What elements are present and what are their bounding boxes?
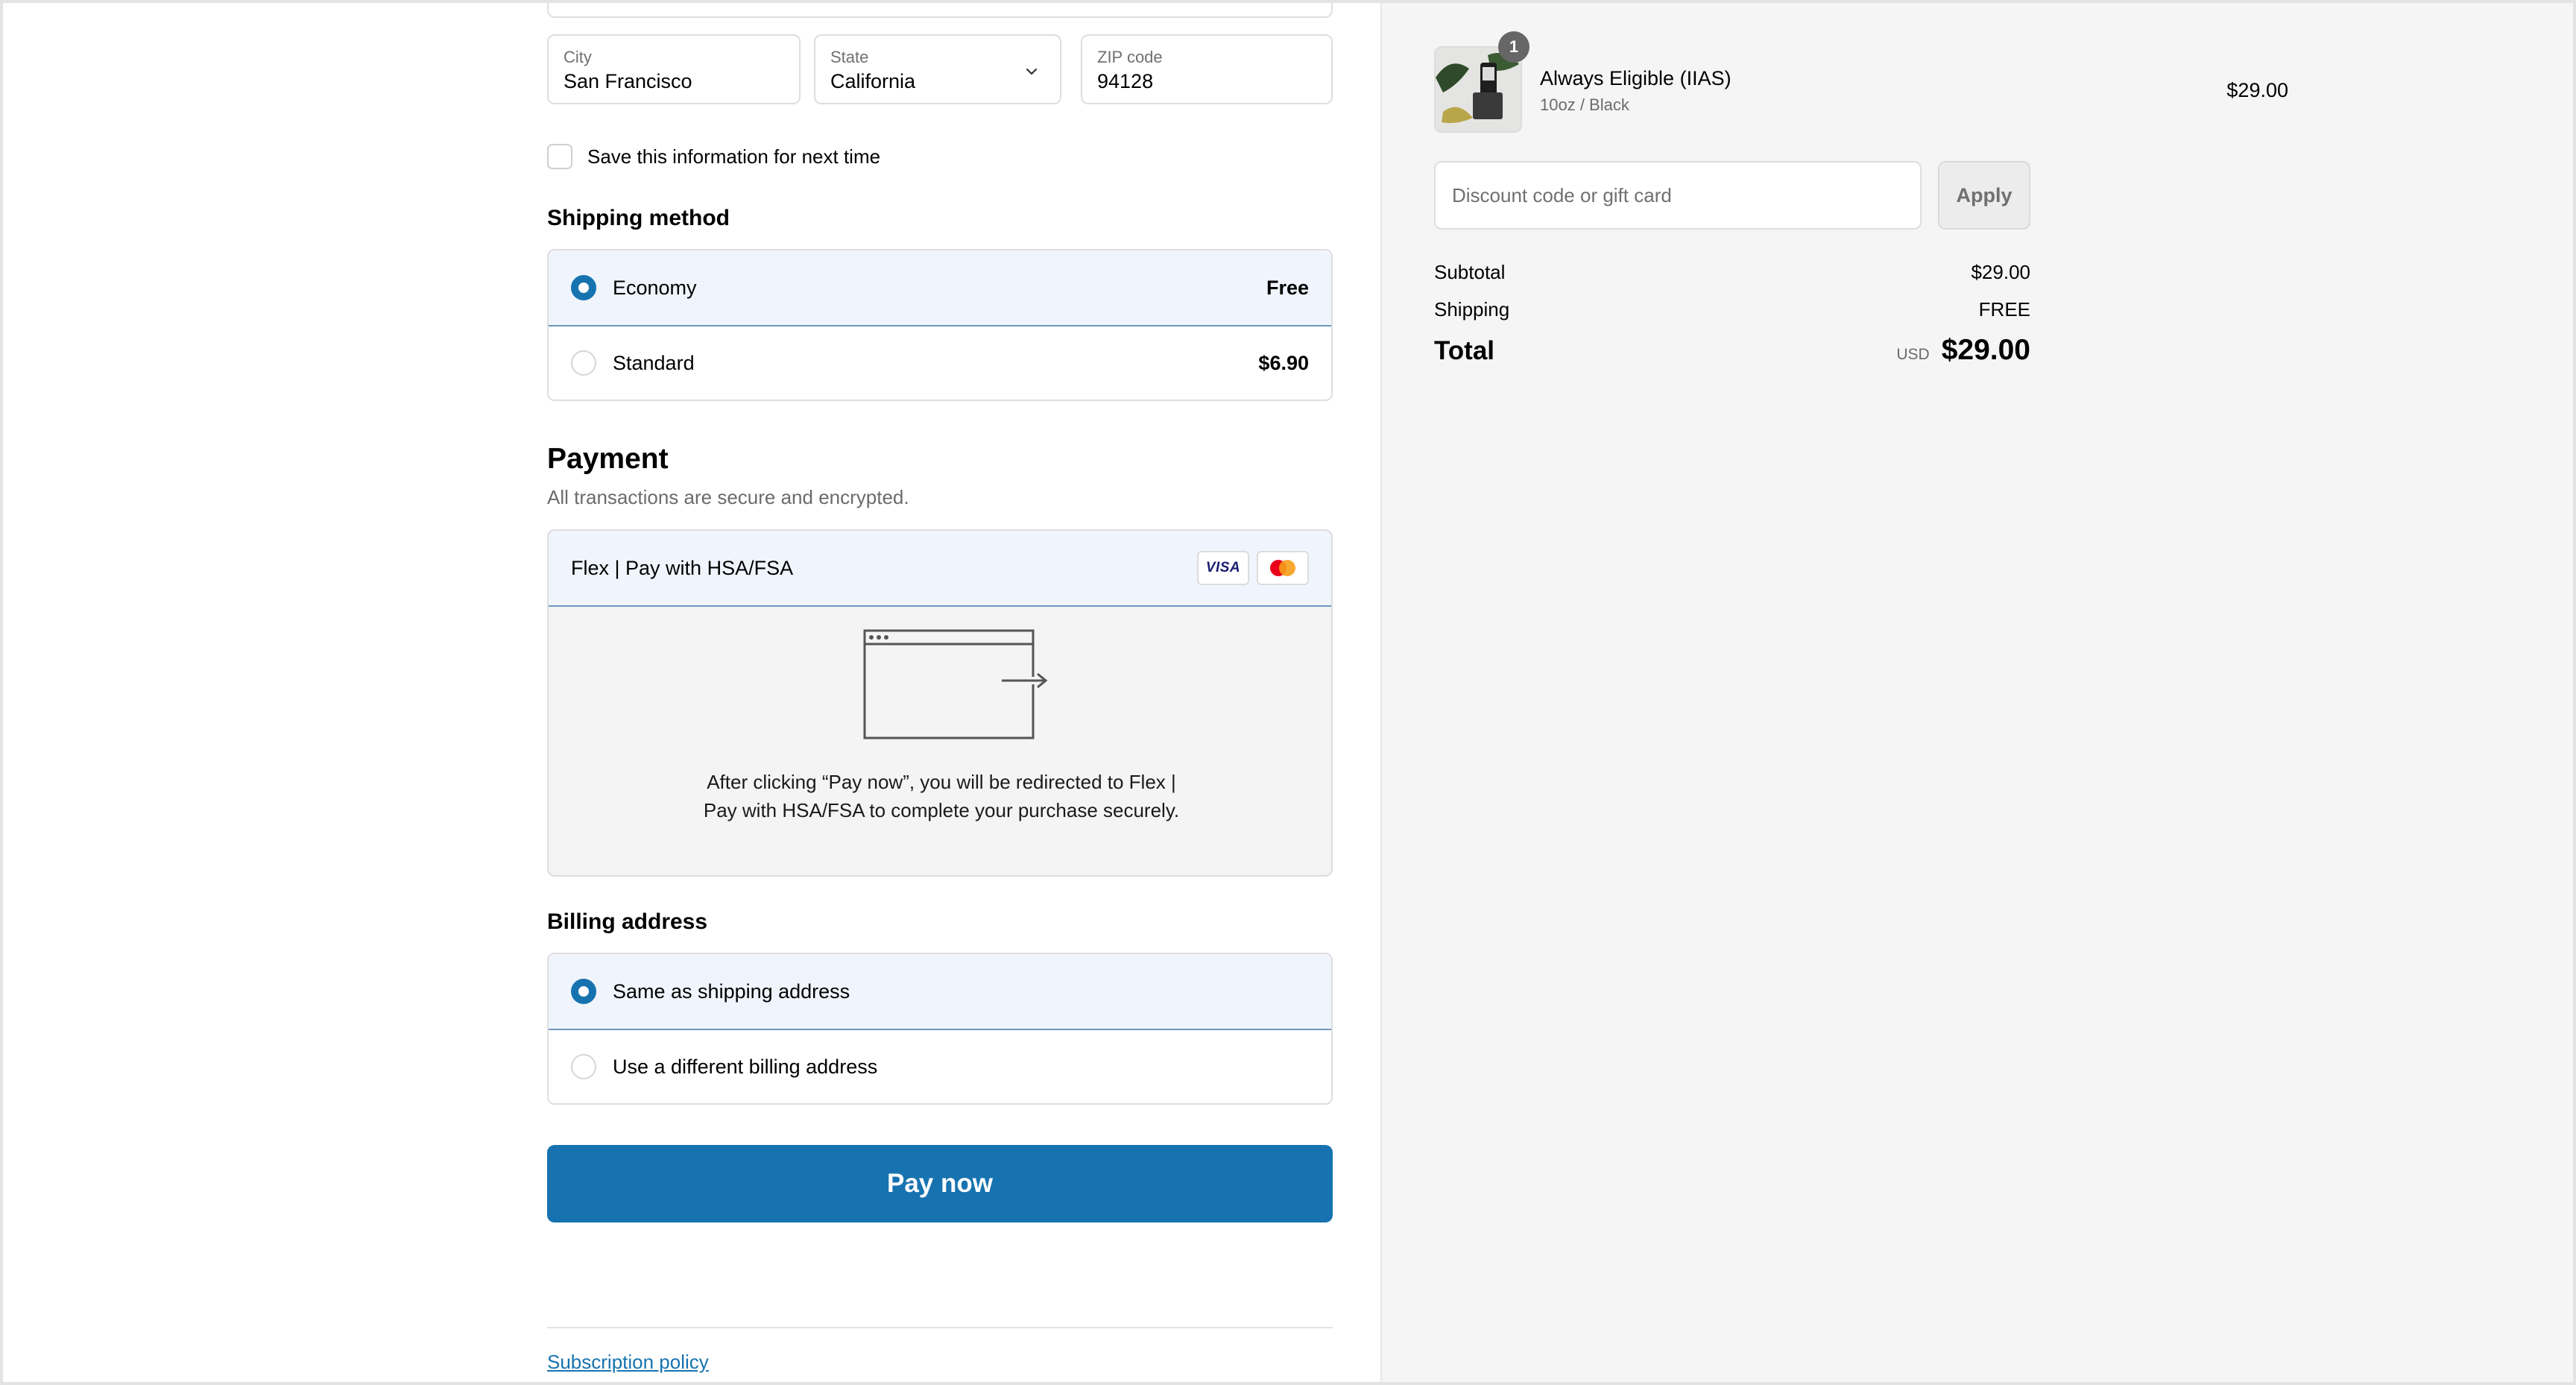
different-address-radio[interactable] [571, 1054, 596, 1079]
standard-label: Standard [613, 351, 695, 374]
total-label: Total [1434, 336, 1495, 365]
redirect-message: After clicking “Pay now”, you will be re… [703, 771, 1180, 821]
visa-icon: VISA [1197, 551, 1249, 585]
subtotal-row: Subtotal $29.00 [1434, 261, 2030, 284]
economy-price: Free [1266, 276, 1309, 299]
payment-title: Payment [547, 443, 669, 475]
subtotal-label: Subtotal [1434, 261, 1506, 283]
shipping-method-title: Shipping method [547, 206, 730, 230]
footer-divider [547, 1327, 1333, 1328]
billing-option-different[interactable]: Use a different billing address [549, 1030, 1331, 1103]
zip-value: 94128 [1097, 70, 1154, 92]
state-value: California [830, 70, 916, 92]
subtotal-value: $29.00 [1971, 261, 2030, 283]
visa-logo-text: VISA [1205, 560, 1241, 575]
city-field[interactable]: City San Francisco [547, 34, 801, 104]
same-address-label: Same as shipping address [613, 979, 850, 1003]
billing-options: Same as shipping address Use a different… [547, 953, 1333, 1105]
product-price: $29.00 [2226, 79, 2288, 101]
address-field-edge [547, 3, 1333, 18]
save-info-row[interactable]: Save this information for next time [547, 142, 880, 171]
billing-option-same[interactable]: Same as shipping address [549, 954, 1331, 1030]
city-label: City [564, 48, 592, 66]
shipping-option-economy[interactable]: Economy Free [549, 250, 1331, 326]
payment-method-label: Flex | Pay with HSA/FSA [571, 556, 794, 579]
payment-subtitle: All transactions are secure and encrypte… [547, 486, 909, 508]
save-info-label: Save this information for next time [587, 145, 881, 168]
standard-radio[interactable] [571, 350, 596, 376]
apply-discount-button[interactable]: Apply [1938, 161, 2030, 230]
chevron-down-icon [1026, 68, 1038, 75]
currency-code: USD [1896, 346, 1930, 363]
order-summary: 1 Always Eligible (IIAS) 10oz / Black $2… [1380, 3, 2573, 1382]
zip-label: ZIP code [1097, 48, 1163, 66]
city-value: San Francisco [564, 70, 692, 92]
state-select[interactable]: State California [814, 34, 1061, 104]
standard-price: $6.90 [1258, 351, 1309, 374]
checkout-form: City San Francisco State California ZIP … [3, 3, 1380, 1382]
product-name: Always Eligible (IIAS) [1540, 67, 1731, 89]
billing-address-title: Billing address [547, 909, 708, 934]
economy-radio[interactable] [571, 275, 596, 300]
total-value: $29.00 [1941, 334, 2030, 366]
mastercard-icon [1257, 551, 1309, 585]
save-info-checkbox[interactable] [547, 144, 572, 169]
cart-line-item: 1 Always Eligible (IIAS) 10oz / Black $2… [1434, 31, 2288, 136]
shipping-option-standard[interactable]: Standard $6.90 [549, 326, 1331, 400]
economy-label: Economy [613, 276, 697, 299]
total-row: Total USD $29.00 [1434, 334, 2030, 367]
subscription-policy-link[interactable]: Subscription policy [547, 1351, 709, 1374]
quantity-badge: 1 [1498, 31, 1530, 63]
different-address-label: Use a different billing address [613, 1055, 878, 1078]
pay-now-button[interactable]: Pay now [547, 1145, 1333, 1222]
shipping-label: Shipping [1434, 298, 1510, 321]
zip-field[interactable]: ZIP code 94128 [1081, 34, 1333, 104]
shipping-options: Economy Free Standard $6.90 [547, 249, 1333, 401]
shipping-row: Shipping FREE [1434, 298, 2030, 321]
browser-redirect-icon [863, 629, 1049, 739]
payment-option-flex[interactable]: Flex | Pay with HSA/FSA VISA [549, 531, 1331, 607]
same-address-radio[interactable] [571, 979, 596, 1004]
state-label: State [830, 48, 869, 66]
discount-code-input[interactable]: Discount code or gift card [1434, 161, 1922, 230]
product-variant: 10oz / Black [1540, 95, 1629, 114]
payment-method-box: Flex | Pay with HSA/FSA VISA After click… [547, 529, 1333, 877]
shipping-value: FREE [1978, 298, 2030, 321]
